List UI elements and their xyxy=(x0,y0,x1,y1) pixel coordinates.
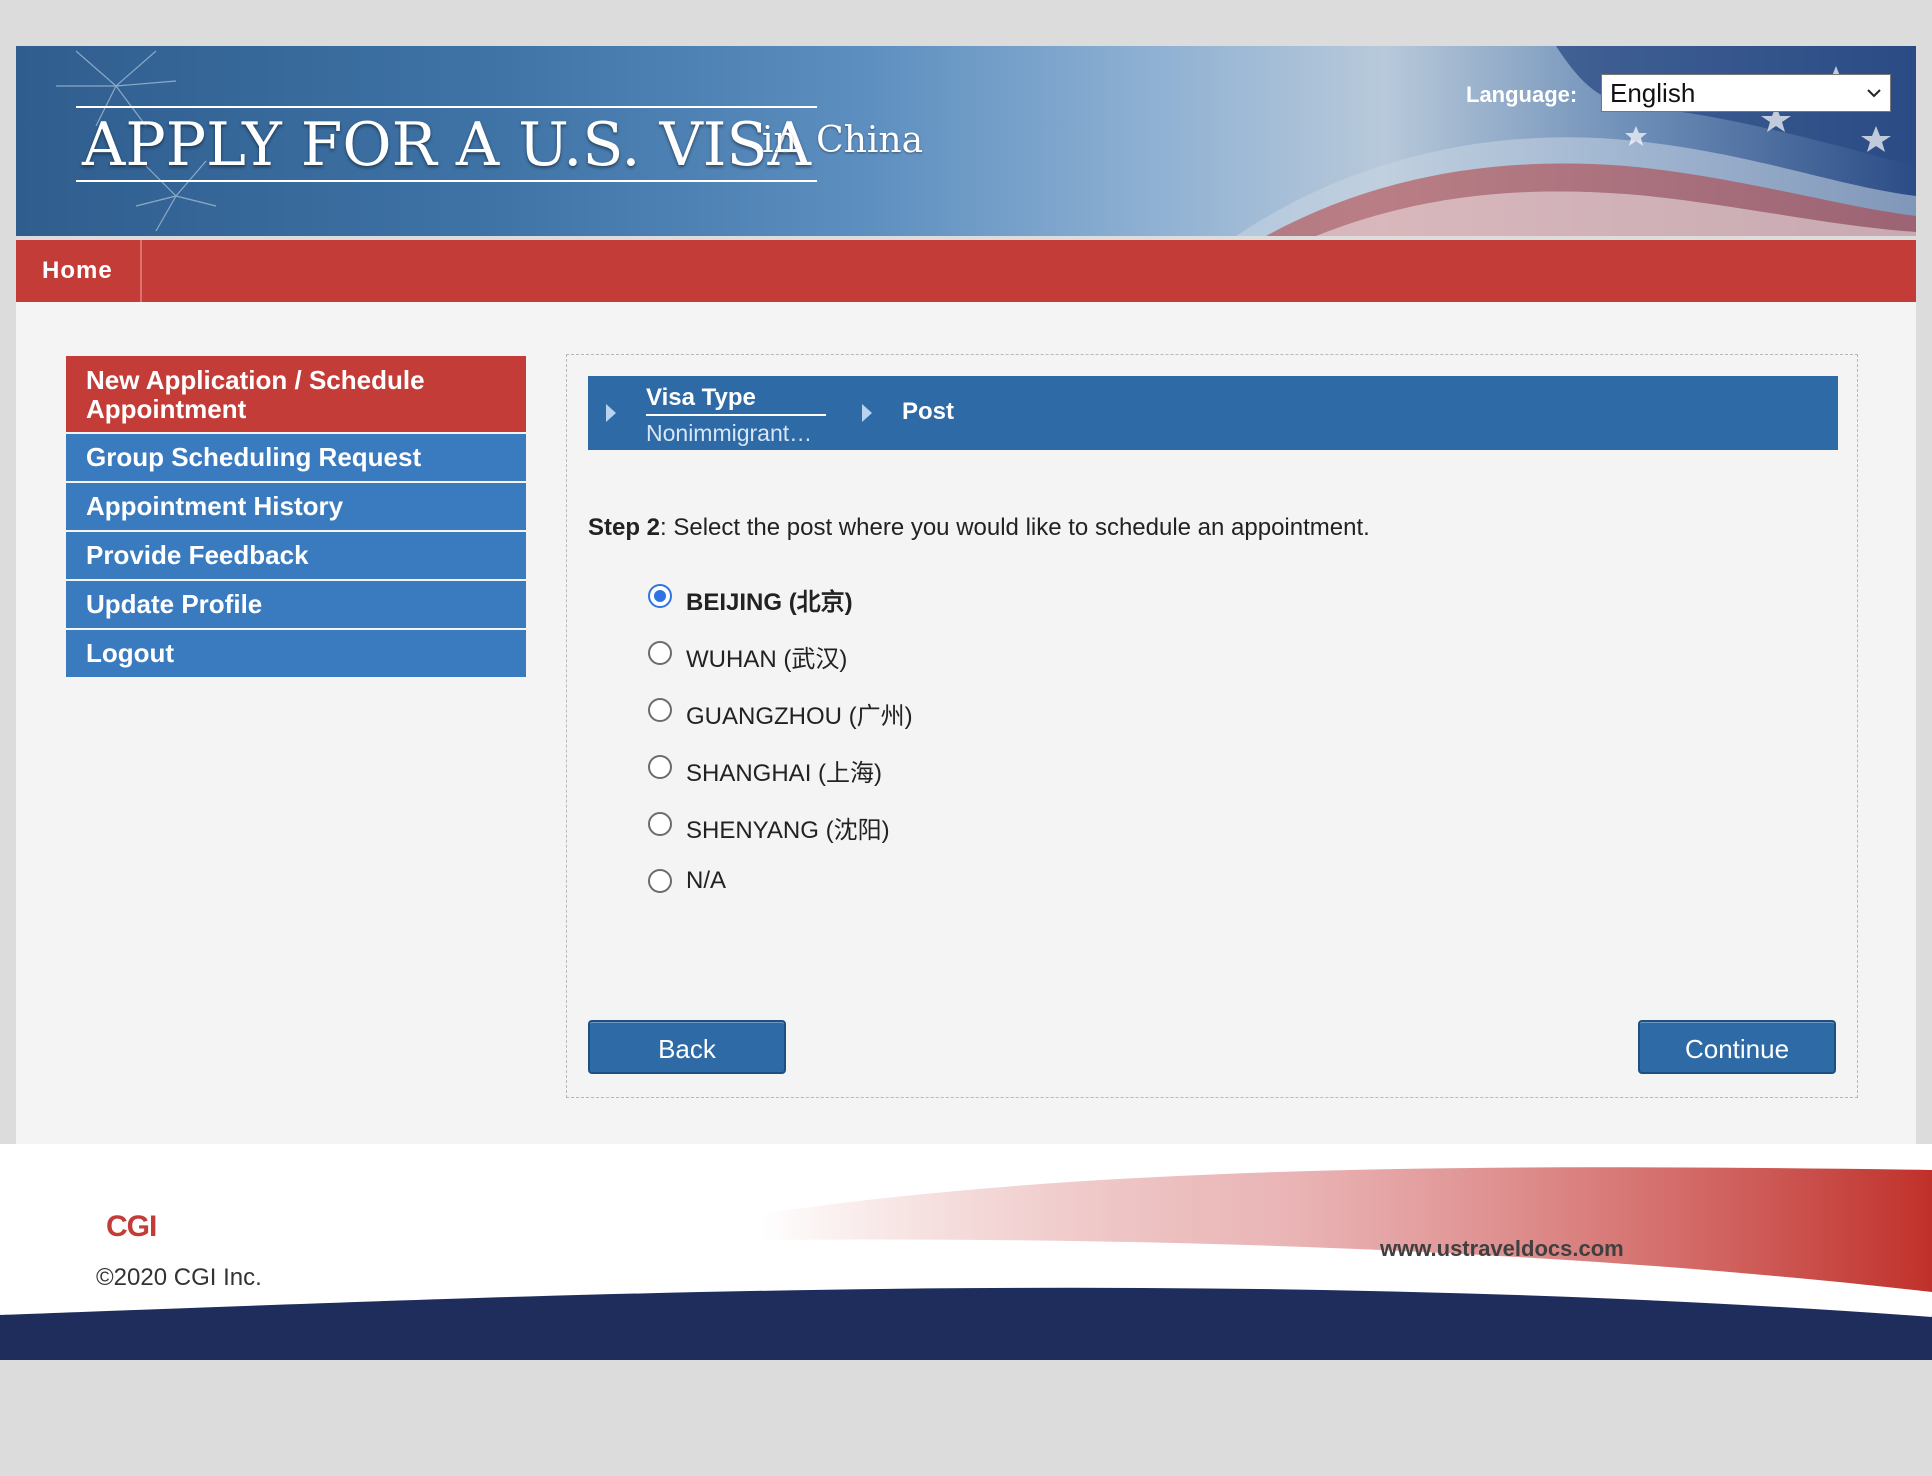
post-option-shanghai[interactable]: SHANGHAI (上海) xyxy=(646,751,1246,787)
breadcrumb-visa-type-label[interactable]: Visa Type xyxy=(646,384,826,416)
copyright-text: ©2020 CGI Inc. xyxy=(96,1264,262,1291)
breadcrumb-post-label: Post xyxy=(902,398,955,425)
wizard-breadcrumb: Visa Type Nonimmigrant… Post xyxy=(588,376,1838,450)
language-label: Language: xyxy=(1466,82,1578,107)
sidebar-item-provide-feedback[interactable]: Provide Feedback xyxy=(66,532,526,579)
post-option-na[interactable]: N/A xyxy=(646,865,1246,901)
post-option-guangzhou[interactable]: GUANGZHOU (广州) xyxy=(646,694,1246,730)
site-subtitle: in China xyxy=(762,120,924,161)
post-option-label: WUHAN (武汉) xyxy=(686,646,848,673)
footer-wave-decoration xyxy=(0,1167,1932,1360)
breadcrumb-arrow-icon xyxy=(862,404,872,422)
radio-button[interactable] xyxy=(648,869,672,893)
breadcrumb-visa-type-value: Nonimmigrant… xyxy=(646,420,813,446)
sidebar-item-group-scheduling[interactable]: Group Scheduling Request xyxy=(66,434,526,481)
step-description: : Select the post where you would like t… xyxy=(660,514,1370,541)
radio-button[interactable] xyxy=(648,812,672,836)
nav-home-link[interactable]: Home xyxy=(16,240,142,302)
radio-button[interactable] xyxy=(648,755,672,779)
post-option-label: GUANGZHOU (广州) xyxy=(686,703,913,730)
radio-button[interactable] xyxy=(648,698,672,722)
breadcrumb-arrow-icon xyxy=(606,404,616,422)
step-instruction: Step 2: Select the post where you would … xyxy=(588,514,1370,542)
sidebar-item-logout[interactable]: Logout xyxy=(66,630,526,677)
back-button[interactable]: Back xyxy=(588,1020,786,1074)
post-option-label: SHENYANG (沈阳) xyxy=(686,817,890,844)
top-nav-bar: Home xyxy=(16,240,1916,302)
site-title: APPLY FOR A U.S. VISA xyxy=(76,106,817,182)
radio-button[interactable] xyxy=(648,584,672,608)
page: APPLY FOR A U.S. VISA in China Language:… xyxy=(0,0,1932,1476)
sidebar-menu: New Application / Schedule Appointment G… xyxy=(66,356,526,679)
cgi-logo: CGI xyxy=(106,1210,157,1243)
language-select-value: English xyxy=(1610,78,1696,108)
sidebar-item-appointment-history[interactable]: Appointment History xyxy=(66,483,526,530)
footer-url-link[interactable]: www.ustraveldocs.com xyxy=(1380,1236,1624,1262)
sidebar-item-update-profile[interactable]: Update Profile xyxy=(66,581,526,628)
post-option-wuhan[interactable]: WUHAN (武汉) xyxy=(646,637,1246,673)
language-select[interactable]: English xyxy=(1601,74,1891,112)
post-option-label: SHANGHAI (上海) xyxy=(686,760,883,787)
chevron-down-icon xyxy=(1867,89,1881,98)
post-option-label: BEIJING (北京) xyxy=(686,589,853,616)
sidebar-item-new-application[interactable]: New Application / Schedule Appointment xyxy=(66,356,526,432)
post-option-shenyang[interactable]: SHENYANG (沈阳) xyxy=(646,808,1246,844)
radio-button[interactable] xyxy=(648,641,672,665)
footer xyxy=(0,1144,1932,1360)
post-option-label: N/A xyxy=(686,867,727,894)
continue-button[interactable]: Continue xyxy=(1638,1020,1836,1074)
step-number: Step 2 xyxy=(588,514,661,541)
post-option-beijing[interactable]: BEIJING (北京) xyxy=(646,580,1246,616)
